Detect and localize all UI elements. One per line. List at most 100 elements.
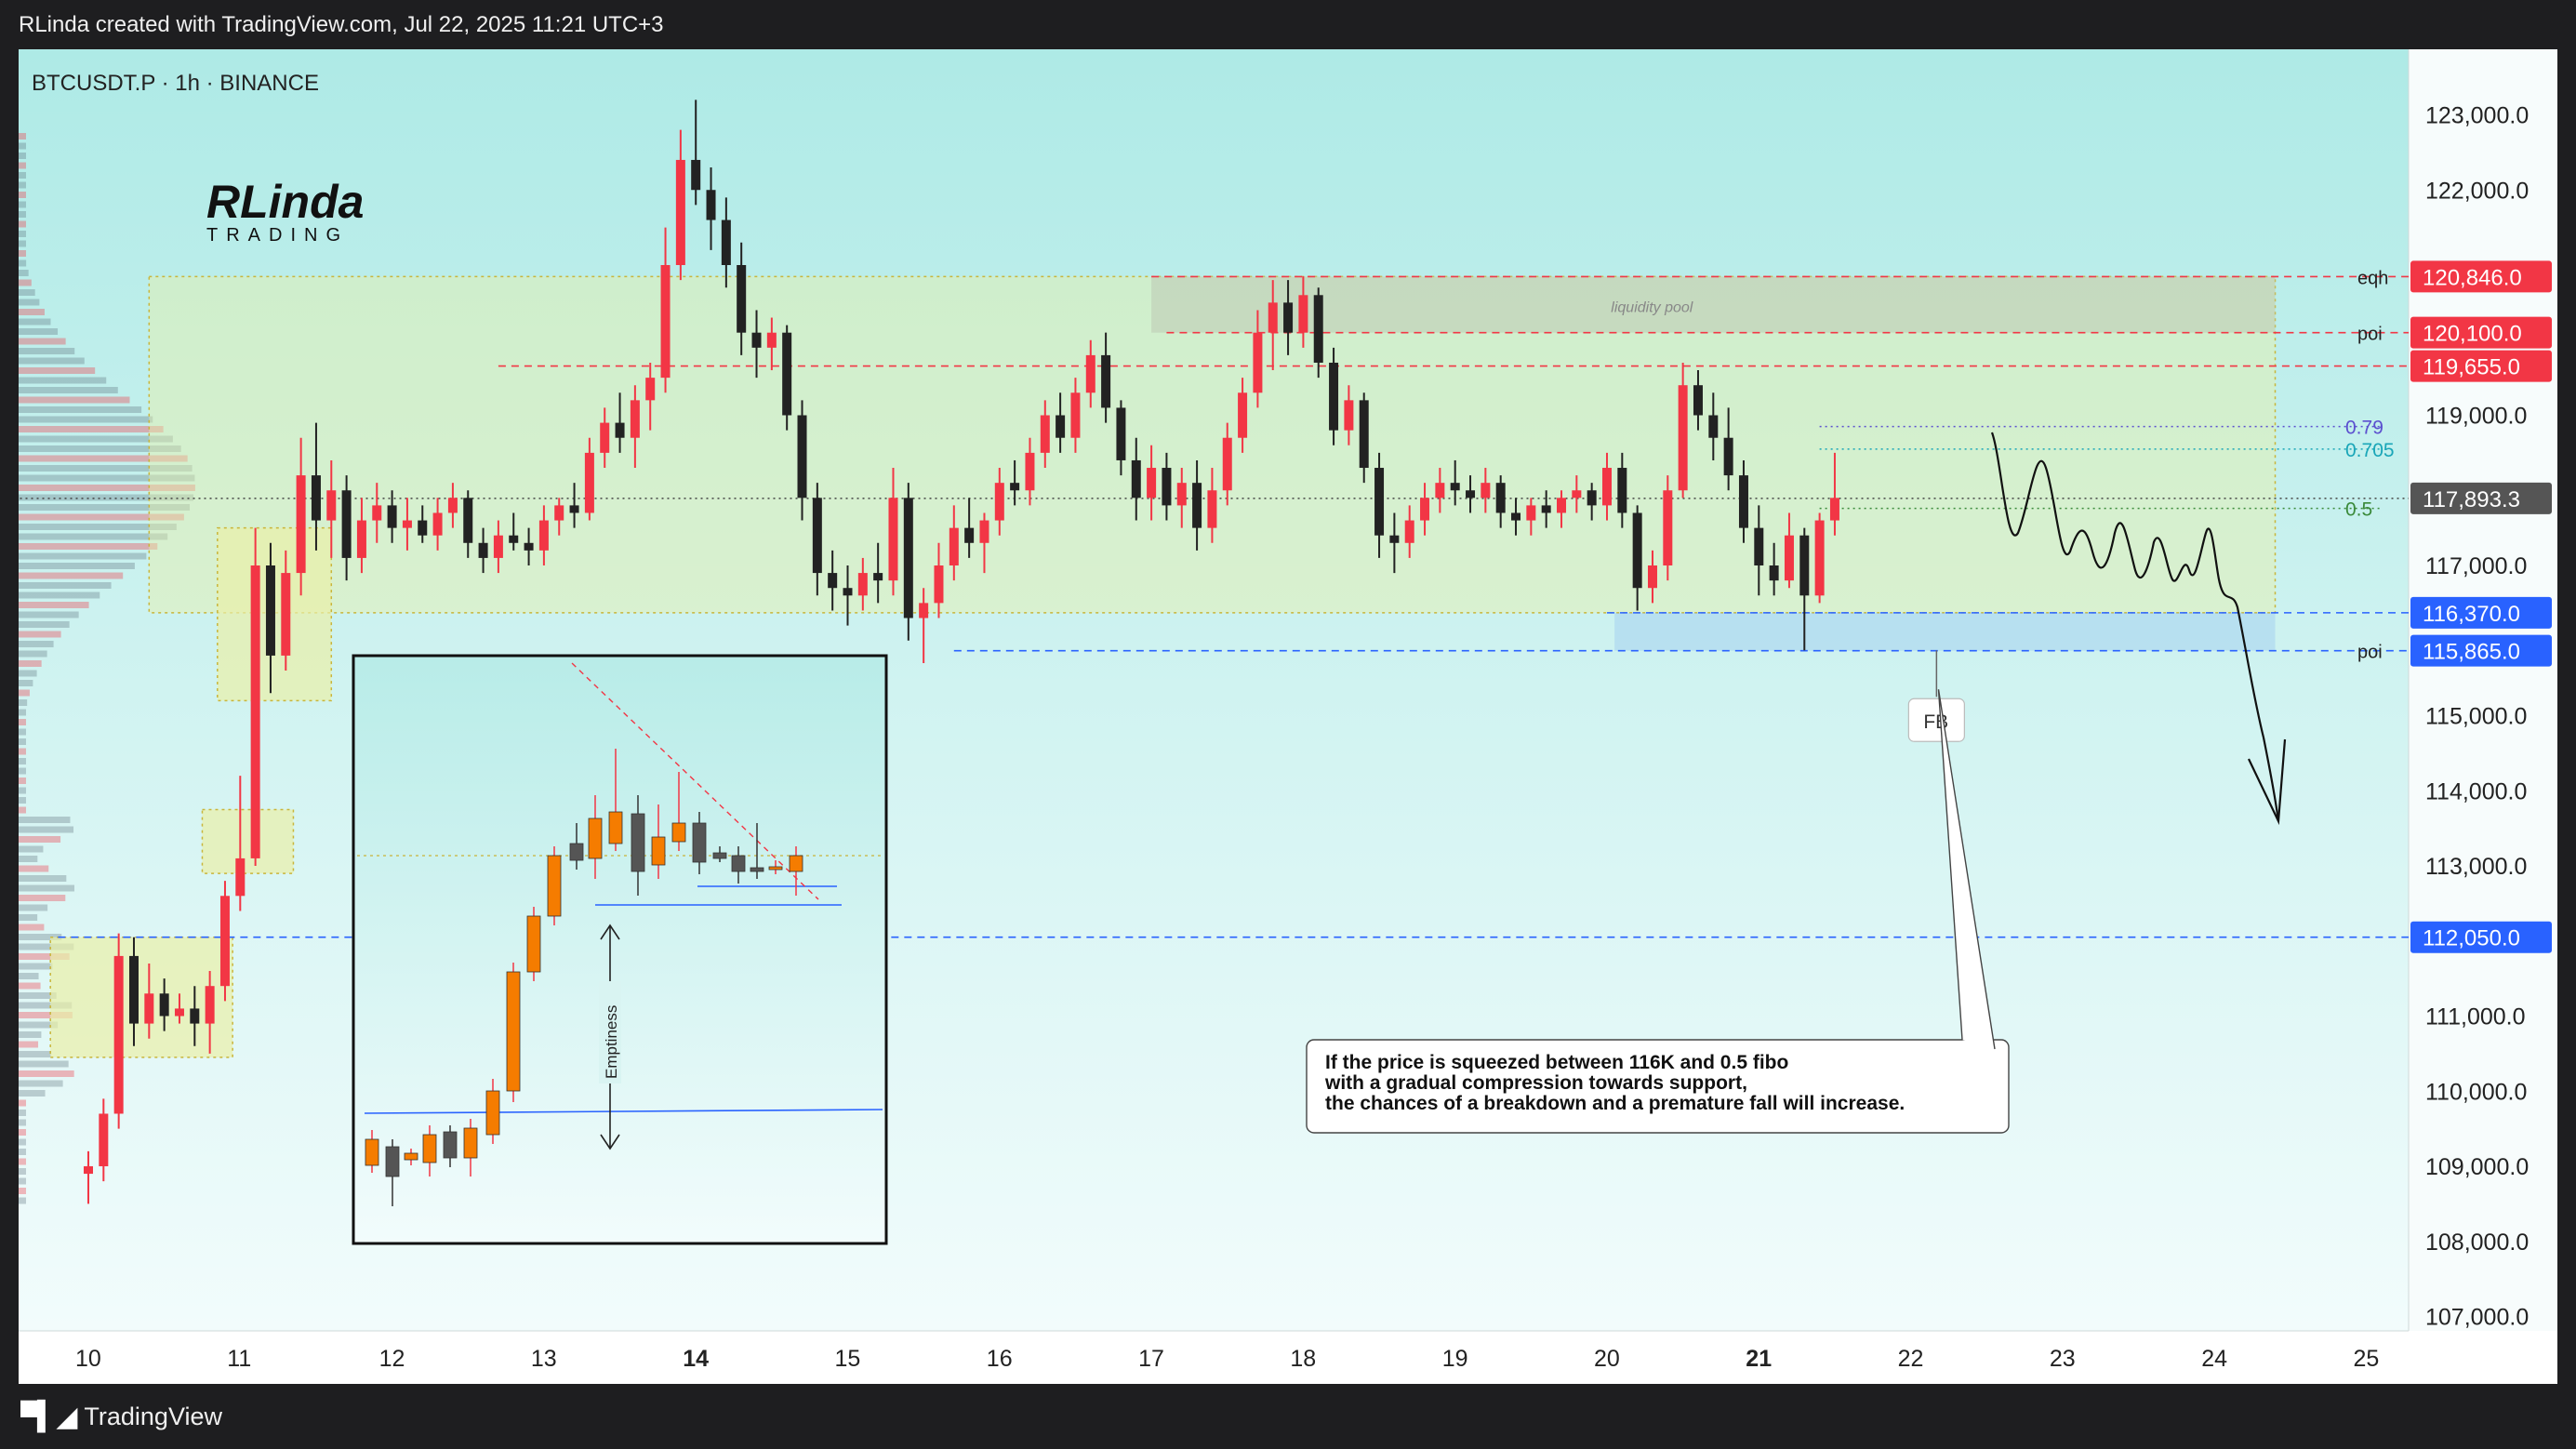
candle-body — [1207, 490, 1217, 528]
volume-profile-bar — [19, 660, 42, 667]
volume-profile-bar — [19, 533, 168, 540]
volume-profile-bar — [19, 982, 41, 990]
candle-body — [630, 400, 640, 438]
volume-profile-bar — [19, 767, 26, 775]
volume-profile-bar — [19, 797, 26, 804]
volume-profile-bar — [19, 836, 61, 843]
volume-profile-bar — [19, 631, 61, 638]
volume-profile-bar — [19, 1070, 74, 1077]
candle-body — [235, 857, 246, 897]
volume-profile-bar — [19, 806, 26, 814]
candle-body — [934, 565, 944, 604]
candle-body — [402, 520, 412, 528]
candle-body — [888, 498, 898, 581]
candle-body — [812, 498, 822, 574]
volume-profile-bar — [19, 709, 26, 716]
price-level-badge-text: 112,050.0 — [2423, 926, 2520, 951]
volume-profile-bar — [19, 1149, 26, 1155]
annotation-line: If the price is squeezed between 116K an… — [1325, 1052, 1788, 1073]
inset-candle-body — [422, 1134, 437, 1163]
volume-profile-bar — [19, 231, 26, 237]
price-tick-label: 115,000.0 — [2425, 704, 2527, 730]
price-level-badge-text: 120,846.0 — [2423, 265, 2522, 290]
volume-profile-bar — [19, 543, 158, 550]
volume-profile-bar — [19, 1188, 26, 1194]
candle-body — [113, 955, 124, 1114]
footer-brand[interactable]: TradingView — [84, 1402, 222, 1431]
volume-profile-bar — [19, 289, 35, 296]
volume-profile-bar — [19, 826, 74, 833]
volume-profile-bar — [19, 602, 89, 608]
logo-wordmark-top: RLinda — [206, 176, 364, 228]
volume-profile-bar — [19, 181, 26, 189]
time-tick-label: 17 — [1138, 1346, 1164, 1372]
volume-profile-bar — [19, 416, 153, 423]
chart-area[interactable]: liquidity pool eqhpoipoi 0.790.7050.5 FB… — [19, 49, 2557, 1384]
level-tag-eqh: eqh — [2357, 268, 2388, 288]
price-tick-label: 122,000.0 — [2425, 178, 2529, 204]
volume-profile-bar — [19, 309, 45, 315]
volume-profile-bar — [19, 211, 26, 218]
candle-body — [1222, 437, 1232, 491]
candle-body — [341, 490, 352, 558]
candle-body — [857, 573, 868, 596]
candle-body — [1678, 385, 1688, 491]
candle-body — [311, 475, 321, 521]
candle-body — [1344, 400, 1354, 431]
time-tick-label: 22 — [1898, 1346, 1924, 1372]
level-tag-poi: poi — [2357, 643, 2383, 663]
candle-body — [1131, 459, 1141, 499]
price-axis-background — [2409, 49, 2557, 1331]
candle-body — [1557, 498, 1567, 513]
price-level-badge-text: 117,893.3 — [2423, 487, 2520, 512]
candle-body — [1632, 512, 1642, 589]
price-tick-label: 113,000.0 — [2425, 854, 2527, 880]
candle-body — [1526, 505, 1536, 521]
tradingview-logo-icon[interactable]: ▀▍◢ — [20, 1401, 77, 1433]
volume-profile-bar — [19, 201, 26, 208]
candle-body — [1040, 415, 1050, 453]
candle-body — [1147, 468, 1157, 499]
candle-body — [903, 498, 913, 618]
candle-body — [1253, 332, 1263, 393]
candle-body — [1025, 452, 1035, 491]
candle-body — [873, 573, 883, 581]
candle-body — [1329, 362, 1339, 431]
time-tick-label: 20 — [1594, 1346, 1620, 1372]
volume-profile-bar — [19, 728, 26, 736]
candle-body — [1495, 483, 1506, 513]
volume-profile-bar — [19, 250, 26, 257]
volume-profile-bar — [19, 875, 67, 882]
candle-body — [843, 588, 853, 596]
inset-candle-body — [731, 855, 746, 872]
candle-body — [1116, 407, 1126, 460]
volume-profile-bar — [19, 582, 112, 589]
candle-body — [1784, 535, 1794, 581]
price-level-badge-text: 120,100.0 — [2423, 322, 2522, 347]
inset-candle-body — [651, 836, 666, 866]
volume-profile-bar — [19, 1168, 26, 1175]
candle-body — [219, 896, 230, 987]
candle-body — [766, 332, 777, 348]
volume-profile-bar — [19, 856, 38, 862]
candle-body — [782, 332, 792, 416]
candle-body — [569, 505, 579, 513]
candle-body — [1359, 400, 1369, 469]
candle-body — [1769, 565, 1779, 581]
candle-body — [1238, 392, 1248, 438]
candle-body — [1010, 483, 1020, 491]
volume-profile-bar — [19, 328, 59, 335]
candle-body — [1404, 520, 1414, 543]
candle-body — [372, 505, 382, 521]
candle-body — [1466, 490, 1476, 499]
volume-profile-bar — [19, 719, 26, 725]
inset-candle-body — [443, 1131, 458, 1159]
fib-level-label: 0.79 — [2345, 418, 2383, 439]
candle-body — [265, 565, 275, 656]
price-tick-label: 107,000.0 — [2425, 1305, 2529, 1331]
inset-candle-body — [750, 867, 764, 872]
candle-body — [1723, 437, 1733, 476]
volume-profile-bar — [19, 699, 28, 706]
time-tick-label: 21 — [1746, 1346, 1772, 1372]
volume-profile-bar — [19, 650, 47, 658]
